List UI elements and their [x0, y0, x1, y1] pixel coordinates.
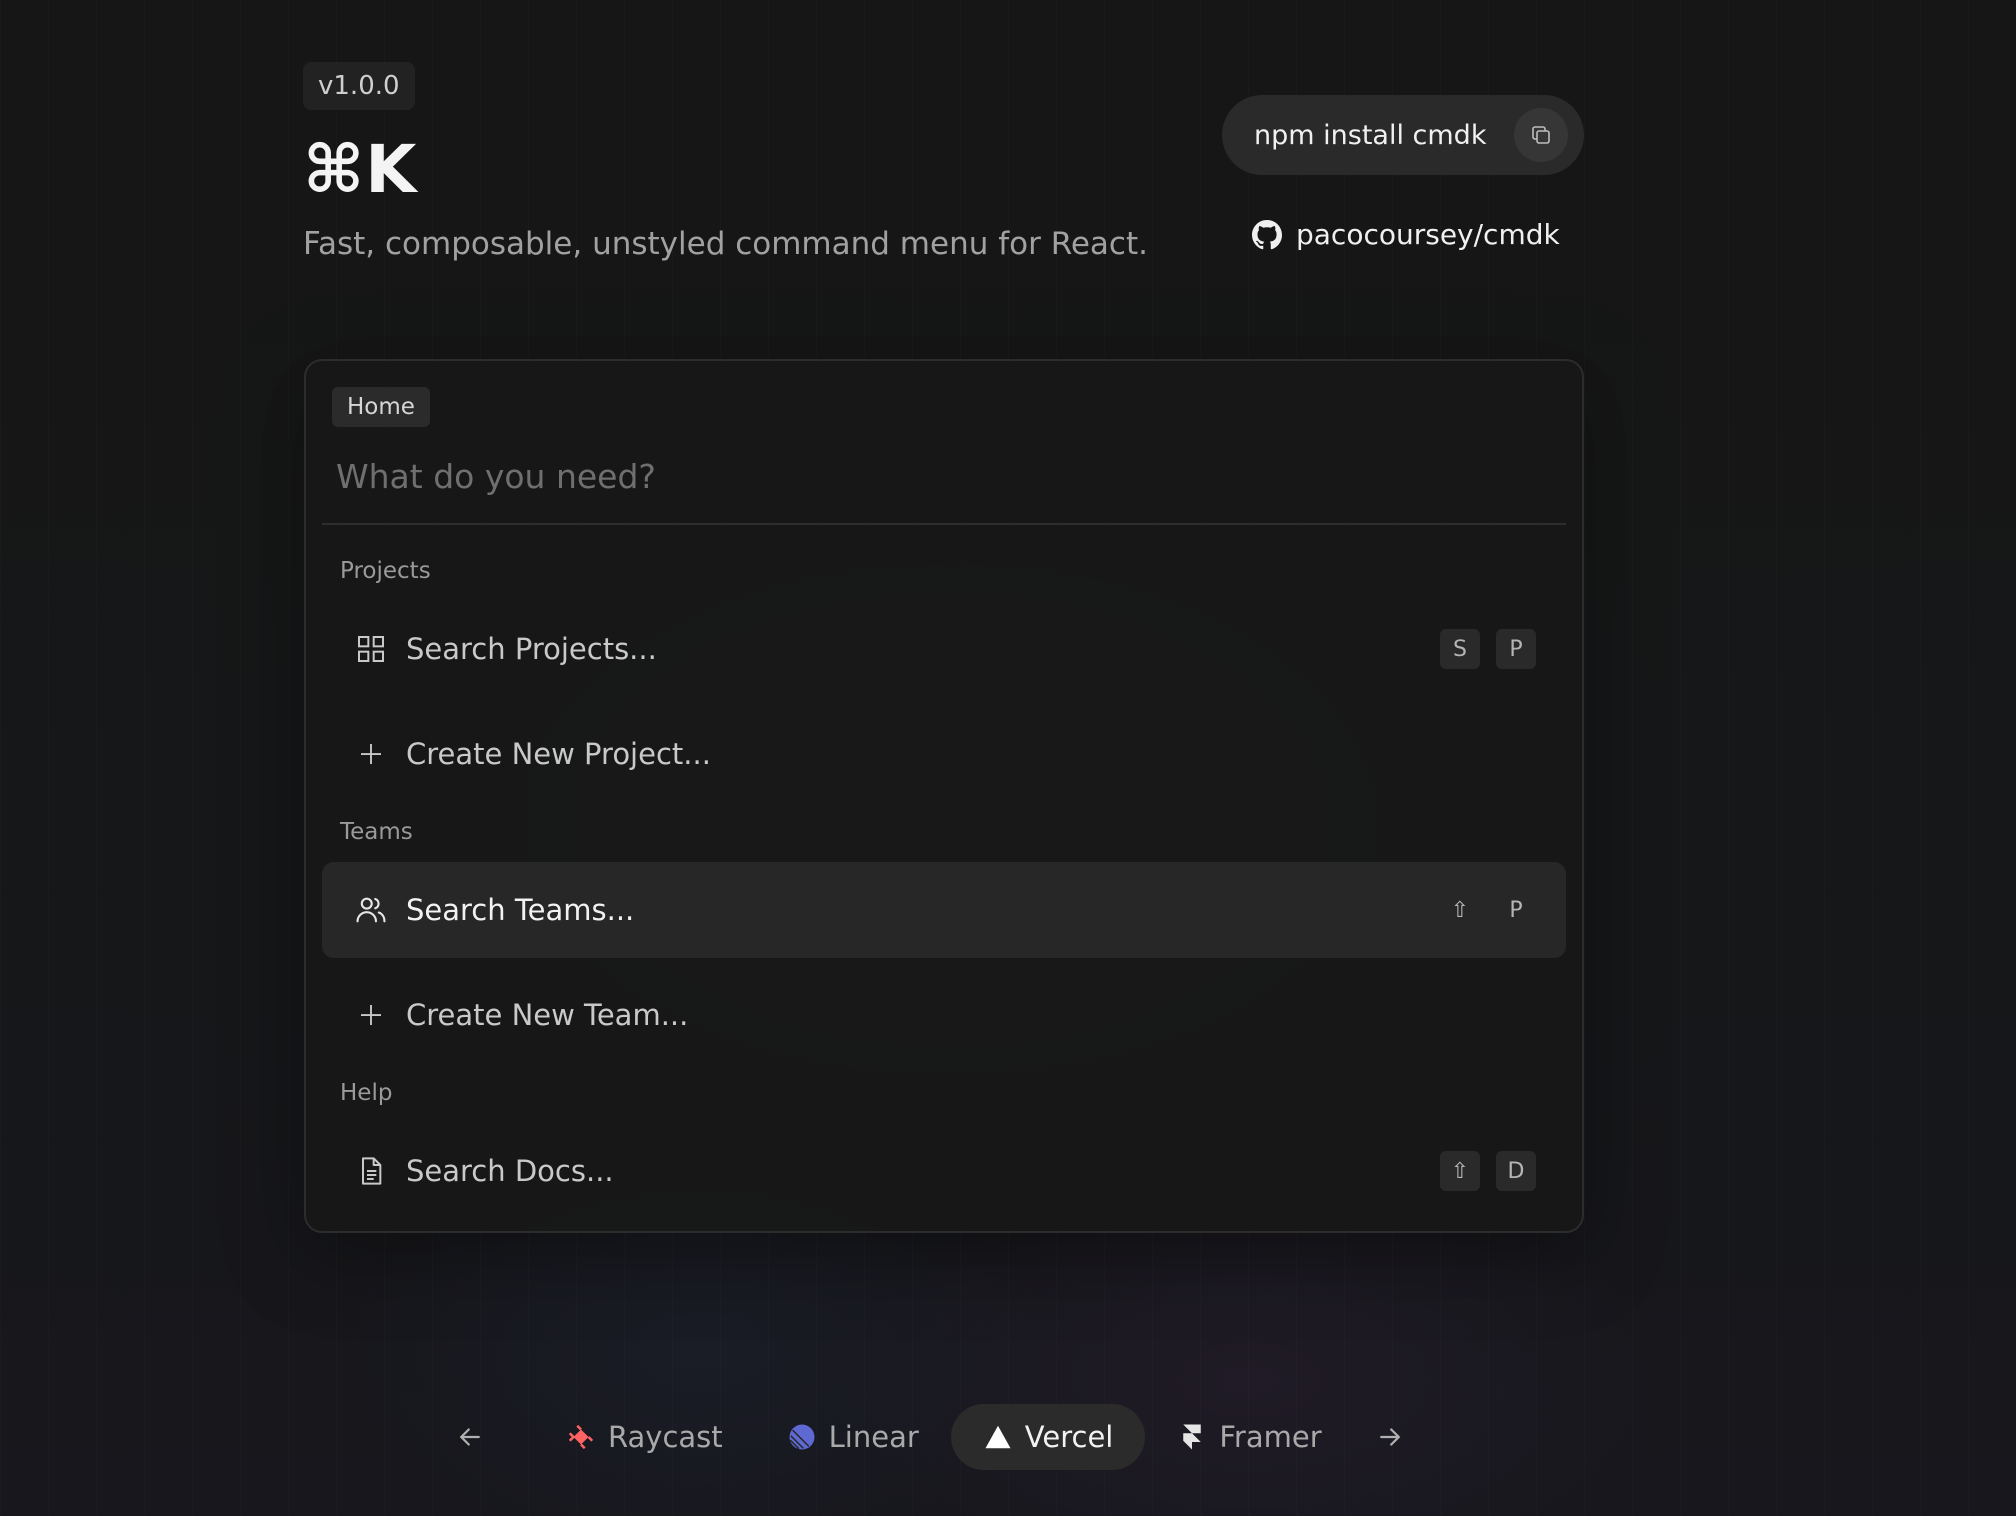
item-search-projects[interactable]: Search Projects... S P: [322, 601, 1566, 697]
item-label: Search Teams...: [406, 893, 635, 927]
framer-icon: [1183, 1424, 1202, 1450]
theme-raycast[interactable]: Raycast: [534, 1404, 755, 1470]
plus-icon: [354, 998, 388, 1032]
document-icon: [354, 1154, 388, 1188]
kbd-key: D: [1496, 1151, 1536, 1191]
item-label: Search Projects...: [406, 632, 657, 666]
grid-icon: [354, 632, 388, 666]
tagline: Fast, composable, unstyled command menu …: [303, 226, 1148, 262]
users-icon: [354, 893, 388, 927]
plus-icon: [354, 737, 388, 771]
theme-vercel[interactable]: Vercel: [950, 1404, 1146, 1470]
copy-button[interactable]: [1514, 108, 1568, 162]
kbd-key: P: [1509, 897, 1523, 923]
item-search-teams[interactable]: Search Teams... ⇧ P: [322, 862, 1566, 958]
install-command-text: npm install cmdk: [1254, 119, 1487, 151]
item-label: Create New Team...: [406, 998, 689, 1032]
repo-name: pacocoursey/cmdk: [1296, 218, 1560, 251]
arrow-left-icon: [459, 1428, 480, 1446]
vercel-icon: [985, 1425, 1011, 1449]
github-icon: [1252, 219, 1282, 249]
shortcut: S P: [1440, 629, 1536, 669]
search-divider: [322, 523, 1566, 525]
theme-label: Linear: [828, 1420, 919, 1454]
theme-linear[interactable]: Linear: [755, 1404, 951, 1470]
group-heading-help: Help: [340, 1080, 393, 1106]
theme-switcher: Raycast Linear Vercel Framer: [440, 1404, 1440, 1470]
group-heading-projects: Projects: [340, 558, 431, 584]
raycast-icon: [568, 1424, 594, 1450]
previous-theme-button[interactable]: [440, 1422, 500, 1452]
next-theme-button[interactable]: [1360, 1422, 1420, 1452]
kbd-key: S: [1440, 629, 1480, 669]
search-input[interactable]: [336, 439, 1526, 513]
page-badge: Home: [332, 387, 430, 427]
github-link[interactable]: pacocoursey/cmdk: [1252, 218, 1560, 251]
command-menu: Home Projects Search Projects... S P Cre…: [304, 359, 1584, 1233]
shortcut: ⇧ D: [1440, 1151, 1536, 1191]
copy-icon: [1532, 126, 1550, 144]
shortcut: ⇧ P: [1440, 890, 1536, 930]
theme-label: Framer: [1219, 1420, 1322, 1454]
logo: ⌘K: [303, 131, 418, 208]
item-create-team[interactable]: Create New Team...: [322, 967, 1566, 1063]
item-label: Create New Project...: [406, 737, 711, 771]
item-create-project[interactable]: Create New Project...: [322, 706, 1566, 802]
kbd-key: ⇧: [1440, 1151, 1480, 1191]
install-command: npm install cmdk: [1222, 95, 1584, 175]
item-label: Search Docs...: [406, 1154, 614, 1188]
kbd-key: ⇧: [1450, 897, 1470, 923]
theme-framer[interactable]: Framer: [1145, 1404, 1353, 1470]
theme-label: Raycast: [608, 1420, 723, 1454]
linear-icon: [789, 1424, 815, 1450]
group-heading-teams: Teams: [340, 819, 413, 845]
theme-label: Vercel: [1024, 1420, 1114, 1454]
item-search-docs[interactable]: Search Docs... ⇧ D: [322, 1123, 1566, 1219]
version-badge: v1.0.0: [303, 62, 415, 110]
kbd-key: P: [1496, 629, 1536, 669]
arrow-right-icon: [1379, 1428, 1400, 1446]
